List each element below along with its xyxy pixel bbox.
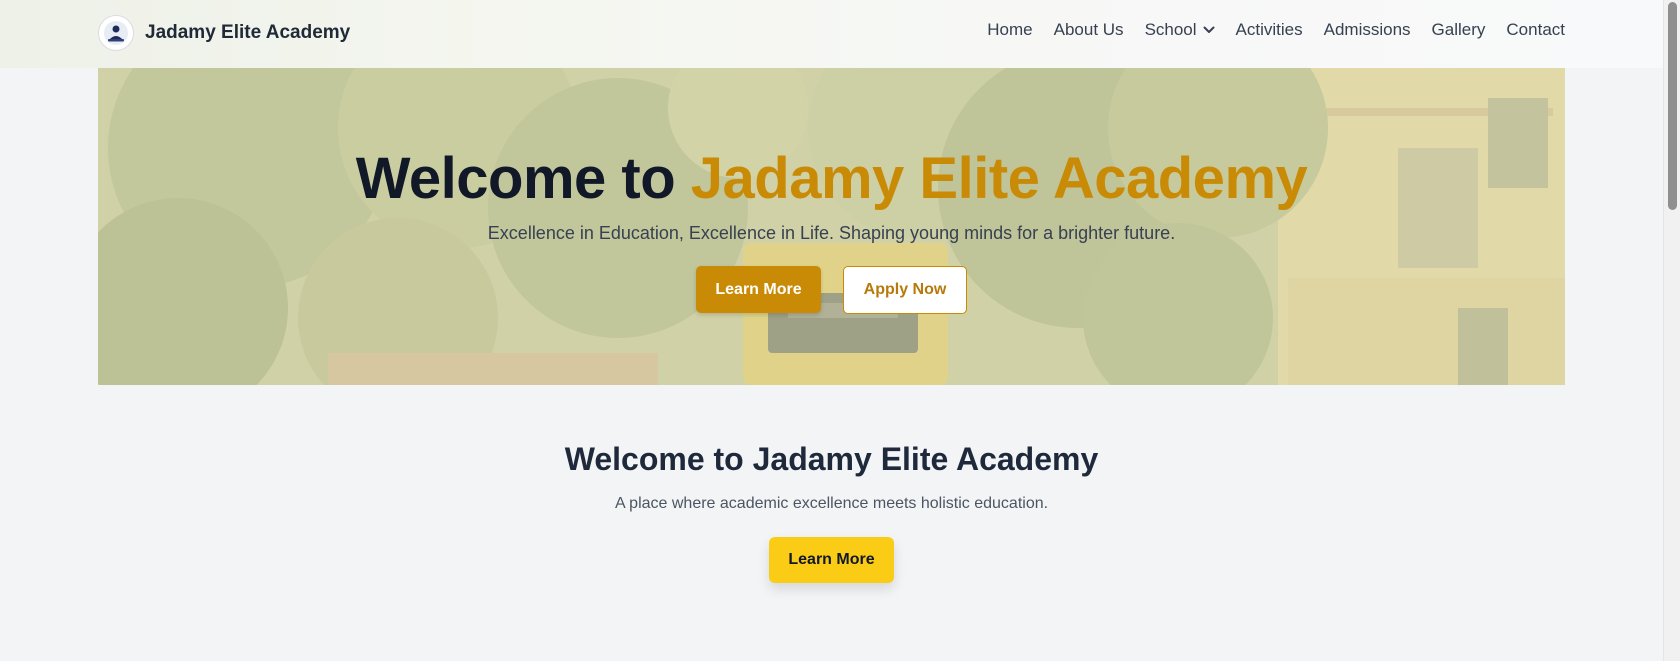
hero-title: Welcome to Jadamy Elite Academy (98, 150, 1565, 208)
nav-link-activities[interactable]: Activities (1236, 20, 1303, 40)
welcome-subtitle: A place where academic excellence meets … (614, 495, 1049, 512)
nav-link-about-us[interactable]: About Us (1054, 20, 1124, 40)
welcome-section: Welcome to Jadamy Elite Academy A place … (0, 385, 1663, 661)
scrollbar-thumb[interactable] (1668, 2, 1677, 210)
nav-link-admissions[interactable]: Admissions (1324, 20, 1411, 40)
nav-dropdown-school-label: School (1144, 20, 1197, 39)
hero-section: Welcome to Jadamy Elite Academy Excellen… (98, 68, 1565, 385)
brand[interactable]: Jadamy Elite Academy (98, 15, 350, 51)
top-navbar: Jadamy Elite Academy Home About Us Schoo… (0, 0, 1663, 68)
chevron-down-icon (1203, 26, 1215, 34)
hero-learn-more-button[interactable]: Learn More (696, 266, 821, 313)
welcome-title: Welcome to Jadamy Elite Academy (564, 441, 1099, 477)
hero-apply-now-button[interactable]: Apply Now (843, 266, 967, 314)
welcome-learn-more-button[interactable]: Learn More (769, 537, 894, 583)
hero-title-accent: Jadamy Elite Academy (690, 146, 1308, 211)
nav-link-gallery[interactable]: Gallery (1432, 20, 1486, 40)
main-nav: Home About Us School Activities Admissio… (966, 20, 1565, 40)
nav-link-home[interactable]: Home (987, 20, 1032, 40)
nav-link-contact[interactable]: Contact (1506, 20, 1565, 40)
school-crest-icon (98, 15, 134, 51)
brand-name: Jadamy Elite Academy (145, 22, 351, 43)
hero-title-prefix: Welcome to (355, 146, 676, 211)
hero-content: Welcome to Jadamy Elite Academy Excellen… (98, 68, 1565, 385)
page: Jadamy Elite Academy Home About Us Schoo… (0, 0, 1663, 661)
page-scrollbar[interactable] (1663, 0, 1680, 661)
hero-button-group: Learn More Apply Now (98, 266, 1565, 314)
nav-dropdown-school[interactable]: School (1145, 20, 1215, 40)
hero-subtitle: Excellence in Education, Excellence in L… (487, 223, 1176, 243)
